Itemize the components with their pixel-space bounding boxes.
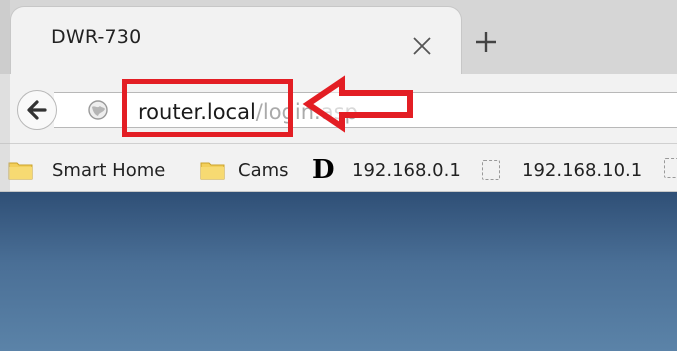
folder-icon bbox=[8, 162, 33, 180]
browser-tab[interactable]: DWR-730 bbox=[10, 6, 462, 74]
bookmark-smart-home[interactable]: Smart Home bbox=[8, 158, 188, 181]
folder-icon bbox=[200, 162, 225, 180]
close-icon[interactable] bbox=[411, 35, 433, 57]
bookmark-label: 192.168.0.1 bbox=[352, 160, 461, 181]
page-icon bbox=[482, 160, 500, 180]
bookmark-cams[interactable]: Cams bbox=[200, 158, 302, 181]
url-highlight-box bbox=[122, 79, 293, 137]
new-tab-plus-icon[interactable] bbox=[474, 30, 498, 54]
bookmark-192-168-0-1[interactable]: D 192.168.0.1 bbox=[312, 155, 480, 185]
browser-window: DWR-730 router.local/login.asp Smart Hom… bbox=[0, 0, 677, 351]
page-icon[interactable] bbox=[664, 158, 677, 178]
back-button[interactable] bbox=[17, 90, 57, 130]
tab-strip: DWR-730 bbox=[0, 0, 677, 74]
bookmark-label: Smart Home bbox=[52, 160, 166, 181]
bookmark-label: Cams bbox=[238, 160, 289, 181]
bookmark-label: 192.168.10.1 bbox=[522, 160, 643, 181]
bookmarks-bar: Smart Home Cams D 192.168.0.1 192.168.10… bbox=[0, 144, 677, 192]
bookmark-192-168-10-1[interactable]: 192.168.10.1 bbox=[480, 158, 670, 181]
annotation-arrow-icon bbox=[302, 75, 413, 133]
page-content bbox=[0, 192, 677, 351]
tab-title: DWR-730 bbox=[51, 26, 142, 48]
dlink-icon: D bbox=[312, 155, 335, 185]
back-arrow-icon bbox=[27, 100, 47, 120]
globe-icon[interactable] bbox=[87, 99, 109, 121]
window-edge bbox=[0, 0, 10, 192]
